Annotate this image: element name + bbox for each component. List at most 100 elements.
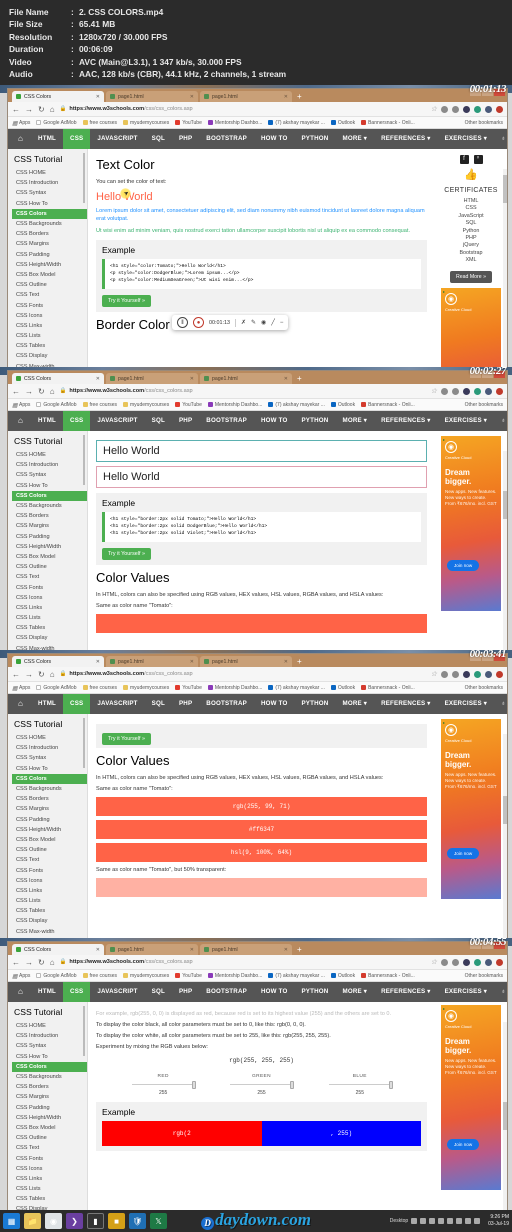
nav-home-icon[interactable]: ⌂ [10, 129, 31, 149]
sidebar-item-css-syntax[interactable]: CSS Syntax [12, 470, 87, 480]
volume-icon[interactable] [465, 1218, 472, 1224]
sidebar-item-css-backgrounds[interactable]: CSS Backgrounds [12, 219, 87, 229]
browser-tab[interactable]: page1.html ✕ [106, 373, 198, 384]
certificate-item[interactable]: Python [437, 228, 505, 235]
avatar[interactable] [496, 105, 503, 113]
bookmark-item[interactable]: myudemycourses [123, 120, 169, 126]
sidebar-item-css-height-width[interactable]: CSS Height/Width [12, 542, 87, 552]
sidebar-item-css-how-to[interactable]: CSS How To [12, 481, 87, 491]
advertisement-banner[interactable]: ▸ ◉ Creative Cloud Dream bigger. New app… [441, 719, 501, 899]
try-it-yourself-button[interactable]: Try it Yourself » [102, 547, 151, 560]
sidebar-item-css-links[interactable]: CSS Links [12, 321, 87, 331]
close-icon[interactable]: ✕ [284, 659, 288, 665]
extension-icon[interactable] [474, 958, 481, 966]
sidebar-item-css-borders[interactable]: CSS Borders [12, 511, 87, 521]
slider-knob[interactable] [388, 1080, 393, 1089]
reload-icon[interactable]: ↻ [38, 958, 45, 967]
browser-tab[interactable]: page1.html ✕ [200, 656, 292, 667]
nav-item-css[interactable]: CSS [63, 129, 91, 149]
certificate-item[interactable]: HTML [437, 198, 505, 205]
close-icon[interactable]: ✕ [190, 94, 194, 100]
extension-icon[interactable] [485, 105, 492, 113]
bookmark-item[interactable]: (7) akshay mayekar ... [268, 973, 325, 979]
slider-knob[interactable] [290, 1080, 295, 1089]
bookmark-star-icon[interactable]: ☆ [431, 105, 437, 113]
back-icon[interactable]: ← [12, 958, 20, 967]
bookmark-item[interactable]: Mentorship Dashbo... [207, 120, 262, 126]
sidebar-item-css-icons[interactable]: CSS Icons [12, 593, 87, 603]
close-icon[interactable]: ✕ [96, 94, 100, 100]
home-icon[interactable]: ⌂ [50, 958, 55, 967]
terminal-icon[interactable]: ▮ [87, 1213, 104, 1229]
extension-icon[interactable] [474, 105, 481, 113]
address-bar[interactable]: 🔒 https://www.w3schools.com /css/css_col… [60, 106, 427, 112]
sidebar-item-css-fonts[interactable]: CSS Fonts [12, 865, 87, 875]
nav-item-python[interactable]: PYTHON [294, 694, 335, 714]
nav-item-references[interactable]: REFERENCES ▾ [374, 411, 438, 431]
bookmark-item[interactable]: Mentorship Dashbo... [207, 973, 262, 979]
bookmark-item[interactable]: YouTube [175, 685, 202, 691]
page-scrollbar[interactable] [503, 451, 507, 650]
bookmark-item[interactable]: ▦ Apps [12, 120, 30, 128]
sidebar-item-css-outline[interactable]: CSS Outline [12, 1133, 87, 1143]
ad-choices-icon[interactable]: ▸ [443, 437, 445, 442]
sidebar-item-css-syntax[interactable]: CSS Syntax [12, 188, 87, 198]
back-icon[interactable]: ← [12, 105, 20, 114]
nav-item-python[interactable]: PYTHON [294, 129, 335, 149]
extension-icon[interactable] [452, 105, 459, 113]
nav-item-javascript[interactable]: JAVASCRIPT [90, 129, 144, 149]
bookmark-item[interactable]: Bannersnack - Onli... [361, 973, 415, 979]
browser-tab[interactable]: CSS Colors ✕ [12, 656, 104, 667]
sidebar-item-css-backgrounds[interactable]: CSS Backgrounds [12, 784, 87, 794]
certificate-item[interactable]: JavaScript [437, 213, 505, 220]
slider-track[interactable] [328, 1080, 393, 1089]
sidebar-item-css-home[interactable]: CSS HOME [12, 450, 87, 460]
nav-item-sql[interactable]: SQL [145, 982, 172, 1002]
bookmark-item[interactable]: myudemycourses [123, 402, 169, 408]
sidebar-item-css-box-model[interactable]: CSS Box Model [12, 835, 87, 845]
certificate-item[interactable]: SQL [437, 220, 505, 227]
bookmark-item[interactable]: YouTube [175, 973, 202, 979]
sidebar-item-css-margins[interactable]: CSS Margins [12, 804, 87, 814]
bookmark-star-icon[interactable]: ☆ [431, 958, 437, 966]
nav-home-icon[interactable]: ⌂ [10, 694, 31, 714]
address-bar[interactable]: 🔒 https://www.w3schools.com /css/css_col… [60, 671, 427, 677]
nav-item-php[interactable]: PHP [172, 982, 199, 1002]
tray-icon[interactable] [438, 1218, 445, 1224]
bookmark-item[interactable]: Google AdMob [36, 402, 77, 408]
nav-item-html[interactable]: HTML [31, 694, 63, 714]
sidebar-item-css-display[interactable]: CSS Display [12, 916, 87, 926]
sidebar-item-css-height-width[interactable]: CSS Height/Width [12, 825, 87, 835]
bookmark-item[interactable]: Google AdMob [36, 685, 77, 691]
nav-item-more[interactable]: MORE ▾ [335, 411, 374, 431]
nav-item-references[interactable]: REFERENCES ▾ [374, 129, 438, 149]
sidebar-item-css-display[interactable]: CSS Display [12, 351, 87, 361]
record-button[interactable]: ● [193, 317, 204, 328]
sidebar-item-css-home[interactable]: CSS HOME [12, 1021, 87, 1031]
tray-icon[interactable] [456, 1218, 463, 1224]
extension-icon[interactable] [485, 670, 492, 678]
pause-button[interactable]: ‖ [177, 317, 188, 328]
sidebar-item-css-how-to[interactable]: CSS How To [12, 1052, 87, 1062]
tray-icon[interactable] [429, 1218, 436, 1224]
try-it-yourself-button[interactable]: Try it Yourself » [102, 733, 151, 745]
reload-icon[interactable]: ↻ [38, 105, 45, 114]
nav-item-javascript[interactable]: JAVASCRIPT [90, 982, 144, 1002]
slider-green[interactable]: GREEN 255 [226, 1074, 296, 1096]
bookmark-item[interactable]: (7) akshay mayekar ... [268, 402, 325, 408]
scrollbar-thumb[interactable] [503, 175, 507, 203]
certificate-item[interactable]: XML [437, 257, 505, 264]
ad-choices-icon[interactable]: ▸ [443, 720, 445, 725]
close-icon[interactable]: ✕ [96, 947, 100, 953]
nav-item-html[interactable]: HTML [31, 982, 63, 1002]
sidebar-item-css-lists[interactable]: CSS Lists [12, 331, 87, 341]
browser-tab[interactable]: page1.html ✕ [200, 944, 292, 955]
nav-item-howto[interactable]: HOW TO [254, 129, 295, 149]
sidebar-item-css-margins[interactable]: CSS Margins [12, 239, 87, 249]
globe-icon[interactable]: ♁ [494, 694, 512, 714]
nav-item-references[interactable]: REFERENCES ▾ [374, 694, 438, 714]
sidebar-item-css-lists[interactable]: CSS Lists [12, 1184, 87, 1194]
bookmark-item[interactable]: (7) akshay mayekar ... [268, 120, 325, 126]
advertisement-banner[interactable]: ▸ ◉ Creative Cloud Dream bigger. New app… [441, 1005, 501, 1190]
sidebar-scrollbar[interactable] [83, 435, 85, 485]
